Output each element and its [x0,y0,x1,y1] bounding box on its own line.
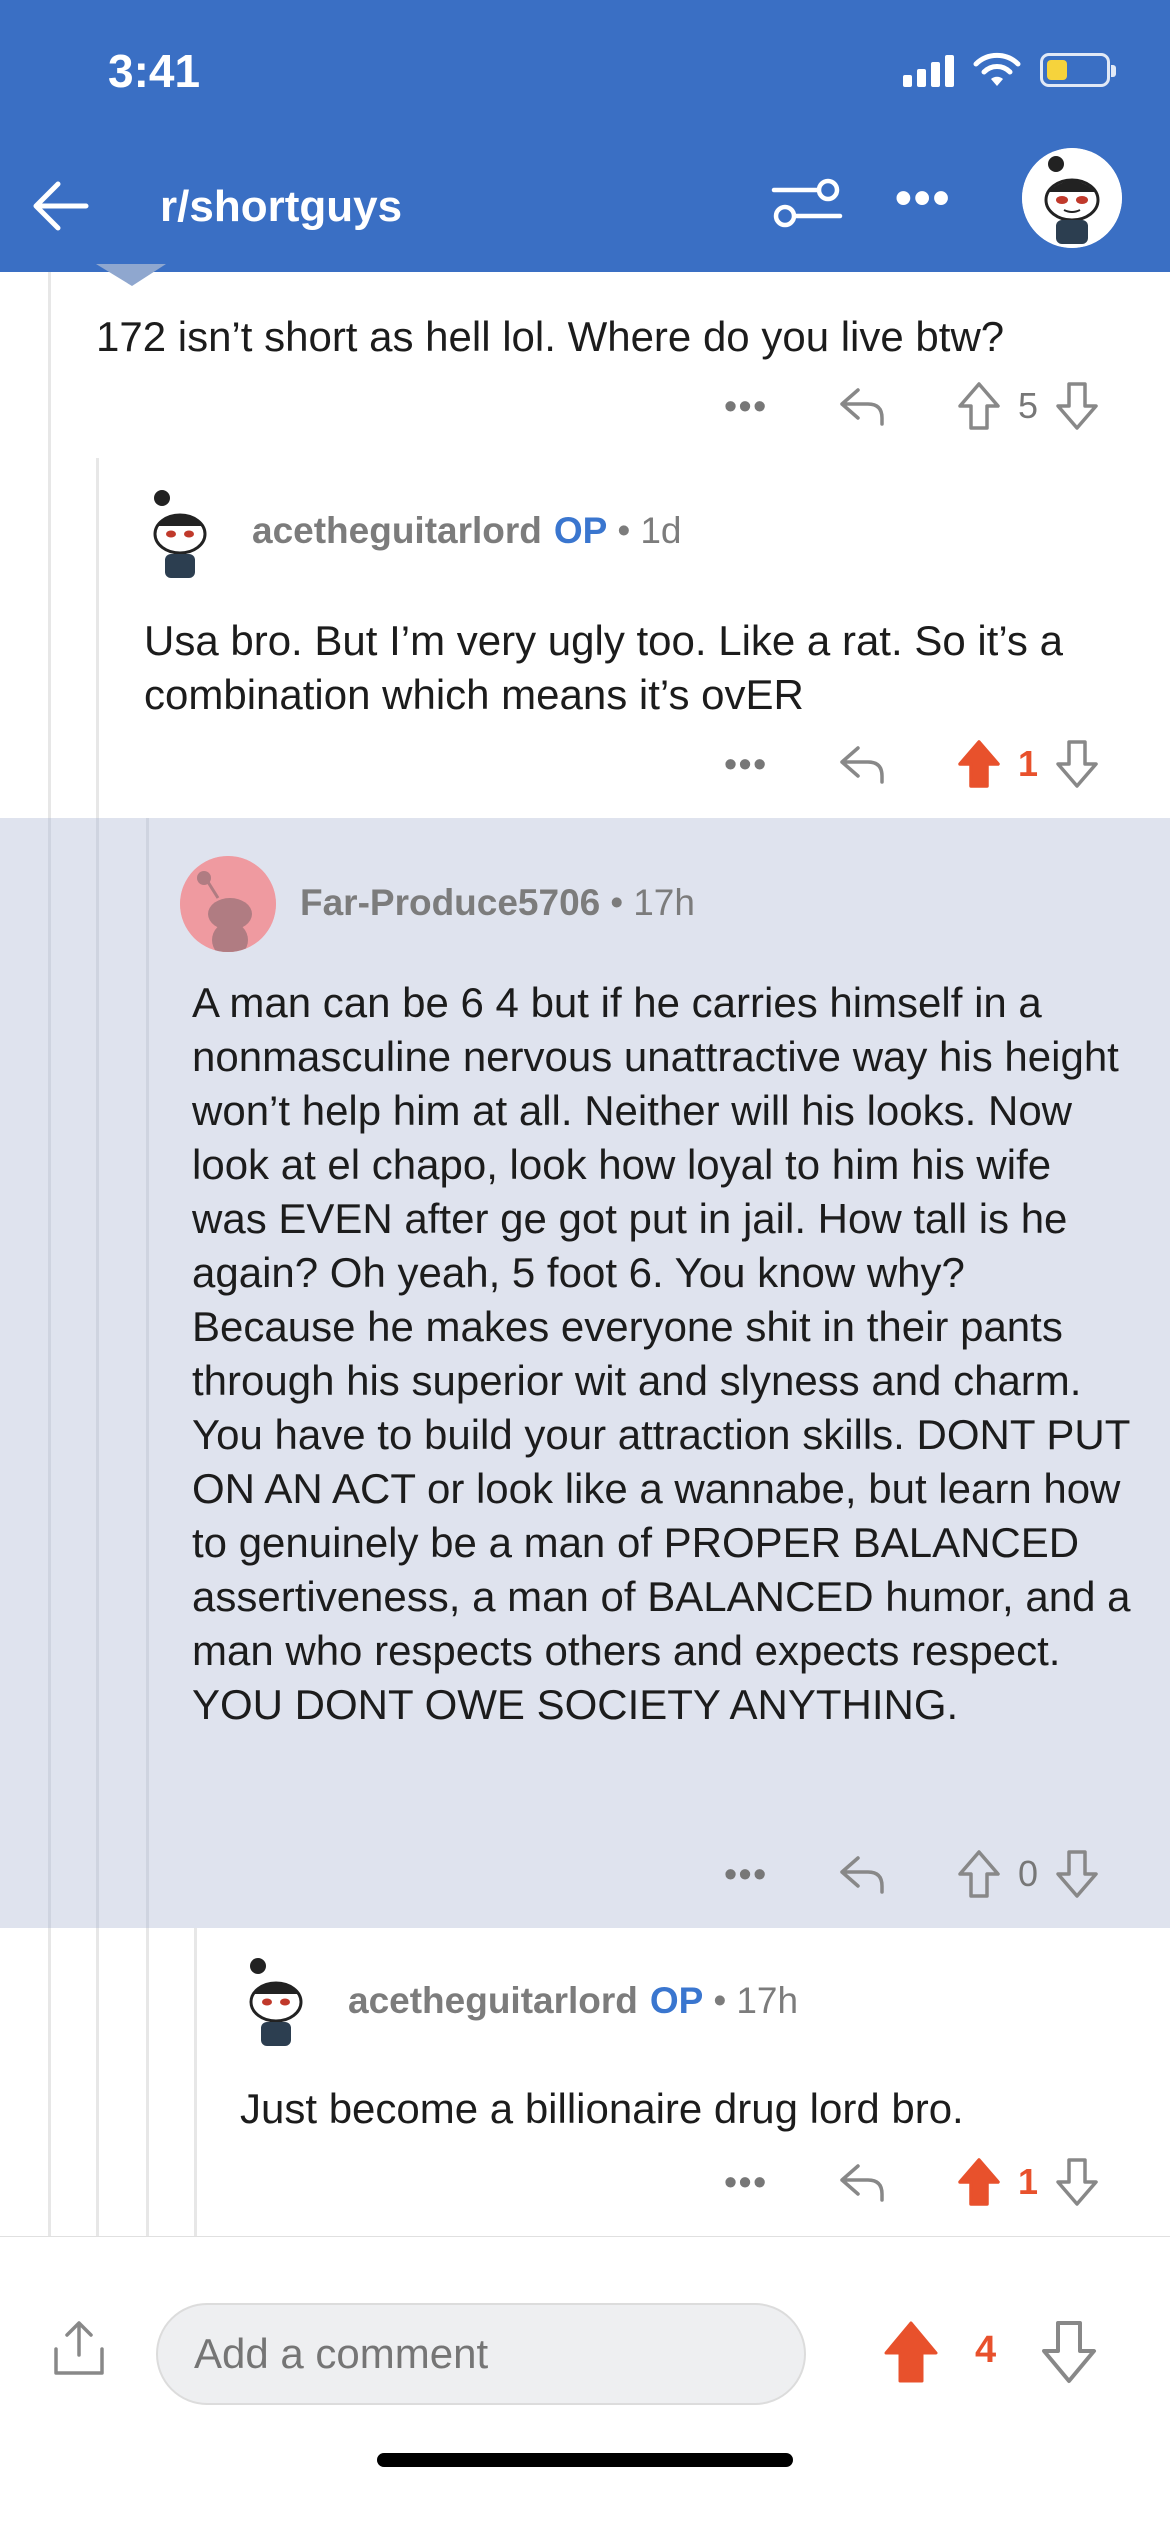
reply-icon[interactable] [838,742,886,786]
reply-icon[interactable] [838,2160,886,2204]
comment: acetheguitarlord OP • 1d Usa bro. But I’… [0,458,1170,818]
wifi-icon [973,52,1021,86]
score: 0 [1017,1853,1039,1894]
reply-icon[interactable] [838,1852,886,1896]
score: 1 [1017,2161,1039,2202]
upvote-icon[interactable] [956,2156,1002,2208]
score: 1 [1017,743,1039,784]
comment-body: Usa bro. But I’m very ugly too. Like a r… [144,617,1063,718]
comment: 172 isn’t short as hell lol. Where do yo… [0,272,1170,458]
separator: • [713,1980,727,2021]
comment-body: 172 isn’t short as hell lol. Where do yo… [96,313,1005,360]
comment: acetheguitarlord OP • 17h Just become a … [0,1928,1170,2238]
comment-age: 17h [633,882,695,923]
status-icons [903,52,1116,88]
more-icon[interactable]: ••• [895,175,951,223]
subreddit-title[interactable]: r/shortguys [160,182,402,232]
comment-actions: ••• 1 [724,2152,1100,2212]
battery-icon [1040,53,1116,87]
downvote-icon[interactable] [1040,2319,1098,2385]
upvote-icon[interactable] [882,2319,940,2385]
comment: Far-Produce5706 • 17h A man can be 6 4 b… [0,818,1170,1928]
separator: • [617,510,631,551]
comment-age: 17h [736,1980,799,2021]
user-avatar[interactable] [1022,148,1122,248]
home-indicator[interactable] [377,2453,793,2467]
author-name[interactable]: acetheguitarlord [252,510,542,552]
filter-icon[interactable] [770,172,844,234]
comment-age: 1d [640,510,682,551]
downvote-icon[interactable] [1054,2156,1100,2208]
status-time: 3:41 [108,45,201,97]
app-header: 3:41 r/shortguys ••• [0,0,1170,272]
avatar[interactable] [132,484,228,580]
upvote-icon[interactable] [956,380,1002,432]
snoo-avatar-icon [228,1952,324,2048]
op-badge: OP [553,510,608,551]
comment-body: A man can be 6 4 but if he carries himse… [192,979,1131,1728]
more-icon[interactable]: ••• [724,2161,768,2203]
more-icon[interactable]: ••• [724,743,768,785]
post-score: 4 [975,2329,997,2371]
more-icon[interactable]: ••• [724,1853,768,1895]
author-name[interactable]: Far-Produce5706 [300,882,600,924]
score: 5 [1017,385,1039,426]
comment-input[interactable] [156,2303,806,2405]
more-icon[interactable]: ••• [724,385,768,427]
separator: • [610,882,624,923]
snoo-avatar-icon [132,484,228,580]
comment-meta: acetheguitarlord OP • 17h [348,1980,798,2022]
back-arrow-icon[interactable] [24,170,96,242]
signal-icon [903,53,954,87]
snoo-avatar-icon [180,856,276,952]
avatar[interactable] [228,1952,324,2048]
downvote-icon[interactable] [1054,1848,1100,1900]
downvote-icon[interactable] [1054,380,1100,432]
comment-meta: acetheguitarlord OP • 1d [252,510,682,552]
author-name[interactable]: acetheguitarlord [348,1980,638,2022]
bottom-bar: 4 [0,2236,1170,2532]
comment-meta: Far-Produce5706 • 17h [300,882,695,924]
upvote-icon[interactable] [956,1848,1002,1900]
downvote-icon[interactable] [1054,738,1100,790]
comment-body: Just become a billionaire drug lord bro. [240,2085,964,2132]
avatar[interactable] [180,856,276,952]
snoo-avatar-icon [1022,148,1122,248]
comment-actions: ••• 1 [724,734,1100,794]
op-badge: OP [649,1980,704,2021]
comment-actions: ••• 5 [724,376,1100,436]
comment-actions: ••• 0 [724,1844,1100,1904]
reply-icon[interactable] [838,384,886,428]
upvote-icon[interactable] [956,738,1002,790]
share-icon[interactable] [48,2317,110,2379]
